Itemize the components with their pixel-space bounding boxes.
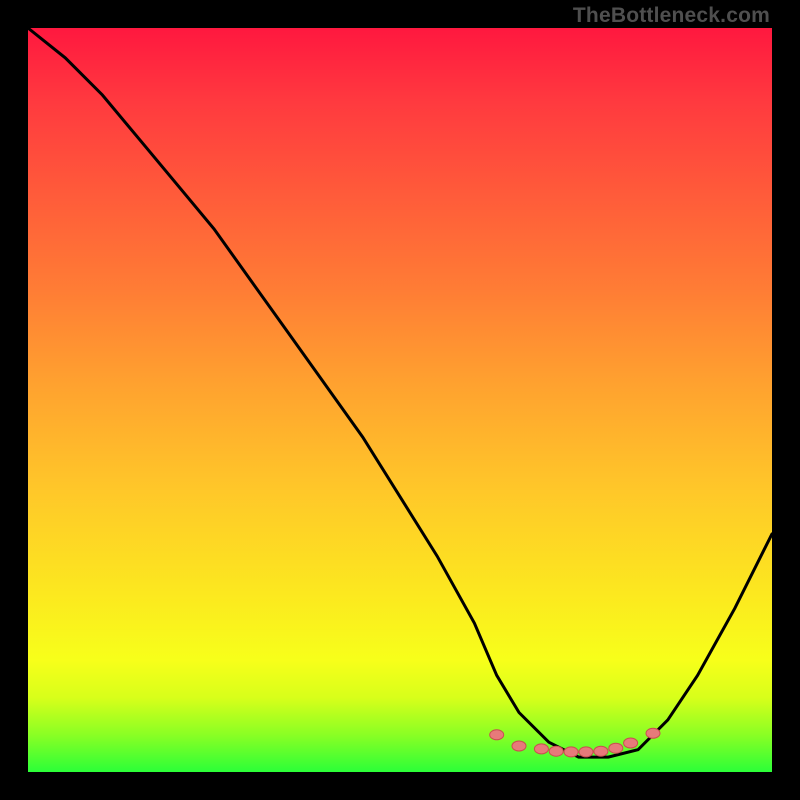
curve-marker bbox=[490, 730, 504, 740]
curve-marker bbox=[549, 746, 563, 756]
watermark-text: TheBottleneck.com bbox=[573, 4, 770, 28]
curve-marker bbox=[579, 747, 593, 757]
plot-area bbox=[28, 28, 772, 772]
curve-markers bbox=[490, 728, 660, 757]
curve-marker bbox=[609, 743, 623, 753]
curve-layer bbox=[28, 28, 772, 772]
bottleneck-curve bbox=[28, 28, 772, 757]
curve-marker bbox=[624, 738, 638, 748]
chart-frame: TheBottleneck.com bbox=[0, 0, 800, 800]
curve-marker bbox=[646, 728, 660, 738]
curve-marker bbox=[594, 746, 608, 756]
curve-marker bbox=[512, 741, 526, 751]
curve-marker bbox=[534, 744, 548, 754]
curve-marker bbox=[564, 747, 578, 757]
